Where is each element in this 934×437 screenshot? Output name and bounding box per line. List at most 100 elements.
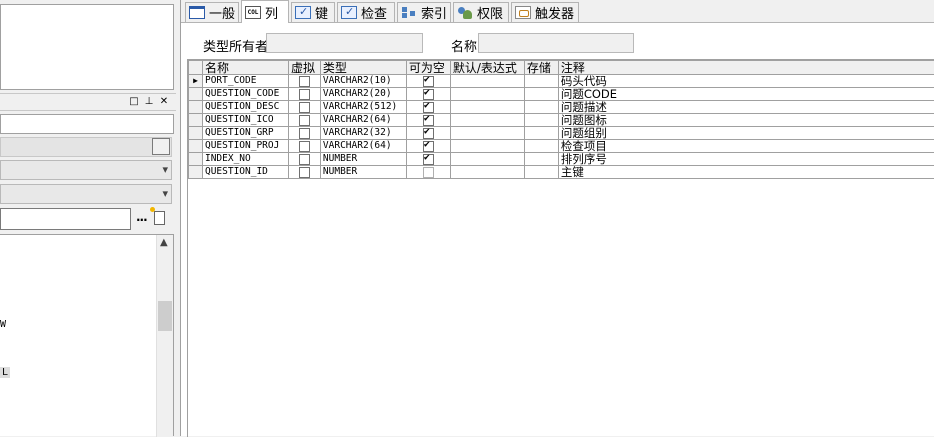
default-cell[interactable]: [450, 153, 524, 166]
table-row[interactable]: ▶PORT_CODEVARCHAR2(10)码头代码: [189, 75, 934, 88]
virtual-checkbox[interactable]: [299, 115, 310, 126]
virtual-cell[interactable]: [288, 127, 320, 140]
storage-cell[interactable]: [524, 114, 558, 127]
comment-cell[interactable]: 码头代码: [558, 75, 934, 88]
filter-input[interactable]: [0, 114, 174, 134]
object-type-select[interactable]: ▾: [0, 184, 172, 204]
nullable-checkbox[interactable]: [423, 141, 434, 152]
name-field[interactable]: [478, 33, 634, 53]
table-row[interactable]: QUESTION_CODE VARCHAR2(20) 问题CODE: [189, 88, 934, 101]
virtual-checkbox[interactable]: [299, 167, 310, 178]
tab-triggers[interactable]: 触发器: [511, 2, 579, 22]
virtual-checkbox[interactable]: [299, 141, 310, 152]
restore-icon[interactable]: □: [128, 95, 140, 108]
virtual-cell[interactable]: [288, 88, 320, 101]
comment-cell[interactable]: 问题组别: [558, 127, 934, 140]
virtual-cell[interactable]: [288, 153, 320, 166]
search-input[interactable]: [0, 208, 131, 230]
comment-cell[interactable]: 排列序号: [558, 153, 934, 166]
storage-cell[interactable]: [524, 140, 558, 153]
column-name-cell[interactable]: QUESTION_DESC: [202, 101, 288, 114]
nullable-cell[interactable]: [406, 88, 450, 101]
row-indicator[interactable]: [189, 153, 203, 166]
virtual-cell[interactable]: [288, 114, 320, 127]
storage-cell[interactable]: [524, 88, 558, 101]
pin-icon[interactable]: ⊥: [143, 95, 155, 108]
column-header[interactable]: 注释: [558, 61, 934, 75]
virtual-cell[interactable]: [288, 101, 320, 114]
nullable-cell[interactable]: [406, 101, 450, 114]
virtual-checkbox[interactable]: [299, 102, 310, 113]
nullable-cell[interactable]: [406, 153, 450, 166]
tab-privileges[interactable]: 权限: [453, 2, 509, 22]
comment-cell[interactable]: 问题描述: [558, 101, 934, 114]
browse-button[interactable]: ...: [136, 210, 147, 224]
columns-grid[interactable]: 名称 虚拟 类型 可为空 默认/表达式 存储 注释 ▶PORT_CODEVARC…: [187, 59, 934, 437]
table-row[interactable]: INDEX_NO NUMBER 排列序号: [189, 153, 934, 166]
nullable-cell[interactable]: [406, 114, 450, 127]
column-header[interactable]: 类型: [320, 61, 406, 75]
nullable-checkbox[interactable]: [423, 89, 434, 100]
virtual-cell[interactable]: [288, 166, 320, 179]
storage-cell[interactable]: [524, 153, 558, 166]
type-cell[interactable]: VARCHAR2(64): [320, 114, 406, 127]
comment-cell[interactable]: 问题图标: [558, 114, 934, 127]
nullable-checkbox[interactable]: [423, 128, 434, 139]
storage-cell[interactable]: [524, 101, 558, 114]
column-header[interactable]: 存储: [524, 61, 558, 75]
virtual-checkbox[interactable]: [299, 128, 310, 139]
nullable-checkbox[interactable]: [423, 167, 434, 178]
nullable-checkbox[interactable]: [423, 76, 434, 87]
table-row[interactable]: QUESTION_IDNUMBER主键: [189, 166, 934, 179]
nullable-cell[interactable]: [406, 140, 450, 153]
row-indicator[interactable]: [189, 127, 203, 140]
row-indicator[interactable]: [189, 140, 203, 153]
column-name-cell[interactable]: QUESTION_ID: [202, 166, 288, 179]
tab-general[interactable]: 一般: [185, 2, 239, 22]
type-cell[interactable]: VARCHAR2(512): [320, 101, 406, 114]
default-cell[interactable]: [450, 75, 524, 88]
vertical-scrollbar[interactable]: ▲: [156, 235, 173, 437]
type-cell[interactable]: VARCHAR2(10): [320, 75, 406, 88]
row-indicator[interactable]: ▶: [189, 75, 203, 88]
table-row[interactable]: QUESTION_DESC VARCHAR2(512) 问题描述: [189, 101, 934, 114]
scrollbar-thumb[interactable]: [158, 301, 172, 331]
nullable-cell[interactable]: [406, 166, 450, 179]
tab-indexes[interactable]: 索引: [397, 2, 451, 22]
close-icon[interactable]: ✕: [158, 95, 170, 108]
column-name-cell[interactable]: QUESTION_GRP: [202, 127, 288, 140]
type-cell[interactable]: VARCHAR2(64): [320, 140, 406, 153]
column-header[interactable]: 虚拟: [288, 61, 320, 75]
column-name-cell[interactable]: QUESTION_ICO: [202, 114, 288, 127]
table-row[interactable]: QUESTION_PROJVARCHAR2(64)检查项目: [189, 140, 934, 153]
nullable-cell[interactable]: [406, 75, 450, 88]
default-cell[interactable]: [450, 101, 524, 114]
type-cell[interactable]: NUMBER: [320, 153, 406, 166]
type-owner-field[interactable]: [266, 33, 423, 53]
virtual-checkbox[interactable]: [299, 154, 310, 165]
type-cell[interactable]: NUMBER: [320, 166, 406, 179]
type-cell[interactable]: VARCHAR2(20): [320, 88, 406, 101]
nullable-cell[interactable]: [406, 127, 450, 140]
tab-keys[interactable]: 键: [291, 2, 335, 22]
default-cell[interactable]: [450, 127, 524, 140]
column-name-cell[interactable]: QUESTION_CODE: [202, 88, 288, 101]
storage-cell[interactable]: [524, 127, 558, 140]
type-cell[interactable]: VARCHAR2(32): [320, 127, 406, 140]
default-cell[interactable]: [450, 140, 524, 153]
tab-columns[interactable]: COL 列: [241, 0, 289, 23]
virtual-cell[interactable]: [288, 75, 320, 88]
virtual-checkbox[interactable]: [299, 76, 310, 87]
tab-checks[interactable]: 检查: [337, 2, 395, 22]
column-header[interactable]: 可为空: [406, 61, 450, 75]
column-name-cell[interactable]: INDEX_NO: [202, 153, 288, 166]
virtual-checkbox[interactable]: [299, 89, 310, 100]
column-header[interactable]: 默认/表达式: [450, 61, 524, 75]
nullable-checkbox[interactable]: [423, 154, 434, 165]
column-header[interactable]: 名称: [202, 61, 288, 75]
row-indicator[interactable]: [189, 101, 203, 114]
table-row[interactable]: QUESTION_GRP VARCHAR2(32) 问题组别: [189, 127, 934, 140]
comment-cell[interactable]: 问题CODE: [558, 88, 934, 101]
comment-cell[interactable]: 检查项目: [558, 140, 934, 153]
square-button[interactable]: [152, 138, 170, 155]
